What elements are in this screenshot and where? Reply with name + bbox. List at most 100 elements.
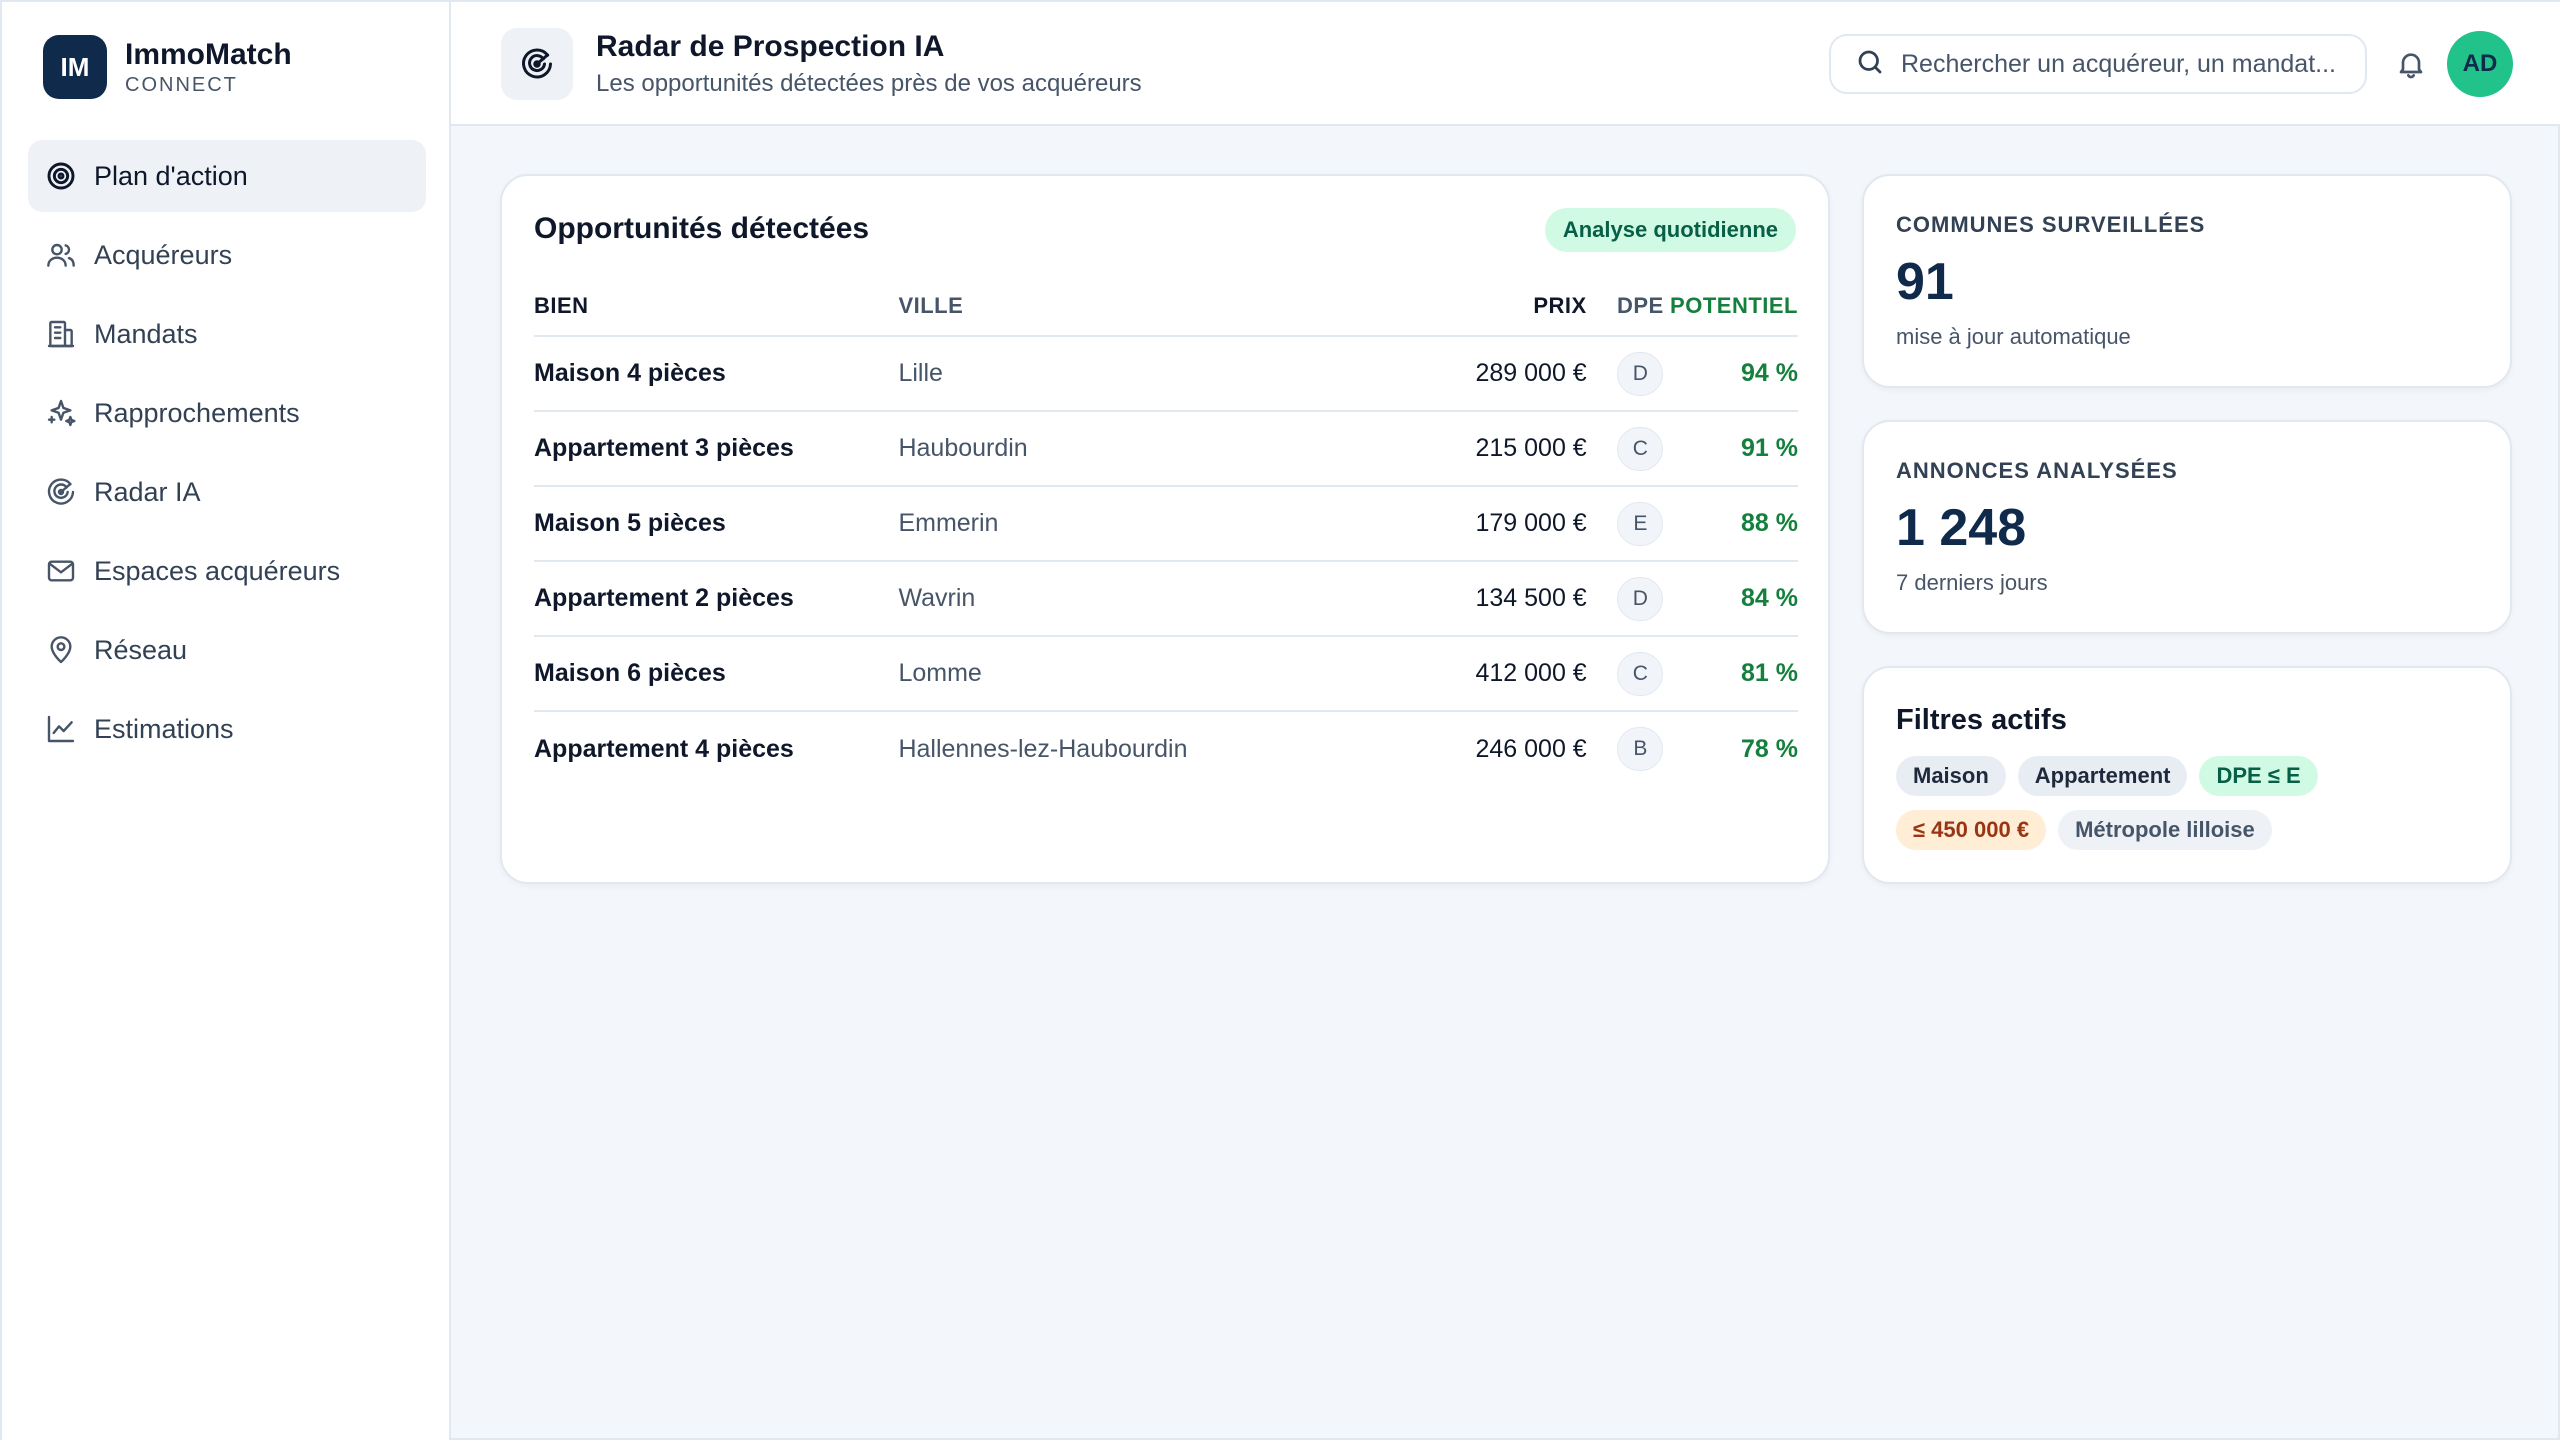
sidebar-item-label: Acquéreurs: [94, 239, 233, 270]
table-header-row: BIEN VILLE PRIX DPE POTENTIEL: [534, 276, 1798, 337]
stat-value: 91: [1896, 253, 1954, 311]
filter-chip-zone[interactable]: Métropole lilloise: [2058, 810, 2272, 850]
cell-bien: Appartement 3 pièces: [534, 411, 899, 487]
filter-chip-appartement[interactable]: Appartement: [2017, 756, 2188, 796]
cell-dpe: B: [1611, 711, 1670, 786]
cell-bien: Maison 6 pièces: [534, 636, 899, 712]
mail-icon: [44, 554, 78, 588]
dpe-badge: D: [1617, 576, 1664, 621]
cell-ville: Emmerin: [898, 486, 1380, 562]
filters-title: Filtres actifs: [1896, 704, 2067, 736]
bell-icon[interactable]: [2391, 44, 2431, 84]
cell-potentiel: 78 %: [1741, 734, 1798, 763]
status-badge: Analyse quotidienne: [1544, 208, 1796, 252]
sidebar-item-label: Radar IA: [94, 476, 201, 507]
cell-dpe: C: [1610, 636, 1671, 712]
cell-potentiel: 81 %: [1670, 636, 1798, 712]
cell-potentiel: 84 %: [1670, 561, 1798, 637]
cell-prix: 246 000 €: [1475, 734, 1587, 763]
cell-potentiel: 88 %: [1670, 486, 1798, 562]
sidebar-item-acquereurs[interactable]: Acquéreurs: [28, 219, 426, 291]
search-icon: [1855, 47, 1885, 82]
cell-potentiel: 94 %: [1670, 336, 1798, 412]
filter-chip-dpe[interactable]: DPE ≤ E: [2199, 756, 2318, 796]
cell-dpe: D: [1610, 561, 1671, 637]
map-pin-icon: [44, 633, 78, 667]
filter-chip-budget[interactable]: ≤ 450 000 €: [1896, 810, 2047, 850]
brand-sub: CONNECT: [125, 74, 238, 96]
search-input[interactable]: [1901, 49, 2365, 79]
page-title: Radar de Prospection IA: [596, 30, 945, 63]
cell-ville: Lomme: [898, 636, 1380, 712]
building-icon: [44, 317, 78, 351]
dpe-badge: D: [1617, 351, 1664, 396]
cell-dpe: C: [1610, 411, 1671, 487]
sidebar-item-label: Estimations: [94, 713, 234, 744]
users-icon: [44, 238, 78, 272]
opportunities-title: Opportunités détectées: [534, 212, 870, 245]
cell-bien: Appartement 2 pièces: [534, 561, 899, 637]
cell-bien: Maison 5 pièces: [534, 486, 899, 562]
sidebar-item-rapprochements[interactable]: Rapprochements: [28, 377, 426, 449]
stat-label: COMMUNES SURVEILLÉES: [1896, 212, 2206, 237]
filter-chip-maison[interactable]: Maison: [1896, 756, 2006, 796]
sidebar-item-mandats[interactable]: Mandats: [28, 298, 426, 370]
table-row[interactable]: Appartement 3 pièces Haubourdin 215 000 …: [534, 411, 1798, 487]
stat-value: 1 248: [1896, 499, 2027, 557]
table-row[interactable]: Maison 6 pièces Lomme 412 000 € C 81 %: [534, 636, 1798, 712]
sidebar: IM ImmoMatch CONNECT Plan d'action Acqué…: [2, 2, 451, 1440]
stat-note: mise à jour automatique: [1896, 324, 2131, 349]
cell-dpe: E: [1610, 486, 1671, 562]
cell-bien: Appartement 4 pièces: [534, 734, 794, 763]
cell-ville: Hallennes-lez-Haubourdin: [898, 734, 1188, 763]
sidebar-item-plan-action[interactable]: Plan d'action: [28, 140, 426, 212]
table-row[interactable]: Maison 4 pièces Lille 289 000 € D 94 %: [534, 336, 1798, 412]
sidebar-item-reseau[interactable]: Réseau: [28, 614, 426, 686]
dpe-badge: E: [1617, 501, 1664, 546]
stat-card-annonces: ANNONCES ANALYSÉES 1 248 7 derniers jour…: [1862, 420, 2512, 634]
top-header: Radar de Prospection IA Les opportunités…: [451, 2, 2560, 126]
filter-chips: Maison Appartement DPE ≤ E ≤ 450 000 € M…: [1896, 756, 2486, 864]
target-icon: [44, 159, 78, 193]
cell-prix: 179 000 €: [1379, 486, 1611, 562]
sidebar-item-espaces-acquereurs[interactable]: Espaces acquéreurs: [28, 535, 426, 607]
table-row[interactable]: Maison 5 pièces Emmerin 179 000 € E 88 %: [534, 486, 1798, 562]
brand[interactable]: IM ImmoMatch CONNECT: [43, 35, 292, 99]
cell-potentiel: 91 %: [1670, 411, 1798, 487]
table-row[interactable]: Appartement 2 pièces Wavrin 134 500 € D …: [534, 561, 1798, 637]
sidebar-item-radar-ia[interactable]: Radar IA: [28, 456, 426, 528]
sidebar-item-label: Plan d'action: [94, 160, 248, 191]
sidebar-nav: Plan d'action Acquéreurs Mandats Rapproc…: [28, 140, 426, 772]
radar-icon: [44, 475, 78, 509]
radar-icon: [501, 28, 573, 100]
cell-prix: 215 000 €: [1379, 411, 1611, 487]
sidebar-item-label: Mandats: [94, 318, 198, 349]
column-header-ville[interactable]: VILLE: [898, 276, 1380, 337]
sidebar-item-estimations[interactable]: Estimations: [28, 693, 426, 765]
page-subtitle: Les opportunités détectées près de vos a…: [596, 70, 1142, 97]
cell-prix: 289 000 €: [1379, 336, 1611, 412]
column-header-prix[interactable]: PRIX: [1379, 276, 1611, 337]
column-header-dpe[interactable]: DPE: [1610, 276, 1671, 337]
cell-dpe: D: [1610, 336, 1671, 412]
stat-note: 7 derniers jours: [1896, 570, 2048, 595]
search-box[interactable]: [1829, 34, 2367, 94]
cell-prix: 134 500 €: [1379, 561, 1611, 637]
active-filters-card: Filtres actifs Maison Appartement DPE ≤ …: [1862, 666, 2512, 884]
cell-prix: 412 000 €: [1379, 636, 1611, 712]
brand-logo: IM: [43, 35, 107, 99]
column-header-potentiel[interactable]: POTENTIEL: [1670, 276, 1798, 337]
table-row[interactable]: Appartement 4 pièces Hallennes-lez-Haubo…: [534, 711, 1798, 786]
avatar[interactable]: AD: [2447, 31, 2513, 97]
opportunities-table: BIEN VILLE PRIX DPE POTENTIEL Maison 4 p…: [534, 276, 1798, 786]
dpe-badge: C: [1617, 651, 1664, 696]
stat-card-communes: COMMUNES SURVEILLÉES 91 mise à jour auto…: [1862, 174, 2512, 388]
opportunities-card: Opportunités détectées Analyse quotidien…: [500, 174, 1830, 884]
column-header-bien[interactable]: BIEN: [534, 276, 899, 337]
sidebar-item-label: Rapprochements: [94, 397, 300, 428]
dpe-badge: C: [1617, 426, 1664, 471]
app-window: IM ImmoMatch CONNECT Plan d'action Acqué…: [0, 0, 2560, 1440]
cell-ville: Lille: [898, 336, 1380, 412]
stat-label: ANNONCES ANALYSÉES: [1896, 458, 2178, 483]
brand-name: ImmoMatch: [125, 38, 292, 71]
